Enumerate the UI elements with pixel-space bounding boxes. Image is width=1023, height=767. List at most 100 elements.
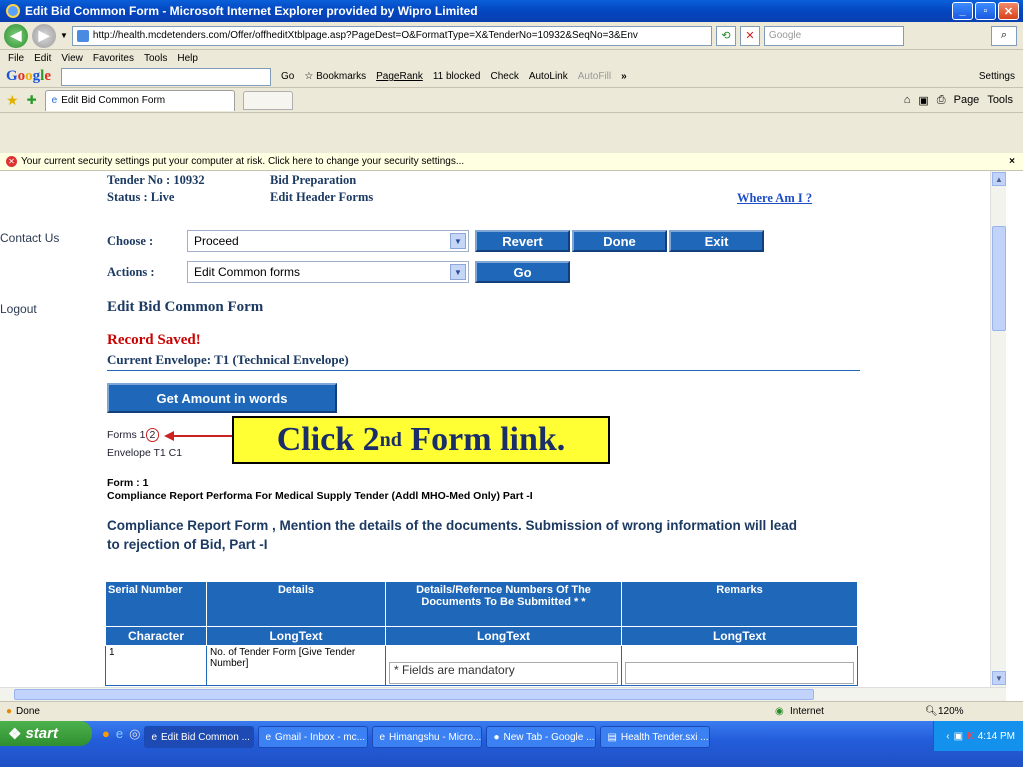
taskbar-item-himangshu[interactable]: e Himangshu - Micro... <box>372 726 483 748</box>
stop-icon[interactable]: ✕ <box>739 25 760 46</box>
tools-menu[interactable]: Tools <box>987 94 1013 106</box>
tab-edit-bid-common-form[interactable]: e Edit Bid Common Form <box>44 89 235 111</box>
remarks-textarea[interactable] <box>625 662 854 684</box>
more-button[interactable]: » <box>621 71 627 82</box>
quicklaunch-ie-icon[interactable]: e <box>116 726 123 741</box>
page-menu[interactable]: Page <box>954 94 980 106</box>
search-icon[interactable]: ⌕ <box>991 25 1017 46</box>
menu-view[interactable]: View <box>61 53 83 64</box>
reference-textarea[interactable]: * Fields are mandatory <box>389 662 618 684</box>
col-reference-numbers: Details/Refernce Numbers Of The Document… <box>385 581 622 627</box>
bookmarks-button[interactable]: ☆ Bookmarks <box>304 71 366 82</box>
status-text: Done <box>16 706 40 717</box>
left-nav: Contact Us Logout <box>0 171 92 687</box>
menu-edit[interactable]: Edit <box>34 53 51 64</box>
refresh-icon[interactable]: ⟲ <box>715 25 736 46</box>
minimize-button[interactable]: _ <box>952 2 973 20</box>
feeds-icon[interactable]: ▣ <box>918 94 928 107</box>
taskbar-item-health-tender[interactable]: ▤ Health Tender.sxi ... <box>600 726 711 748</box>
type-serial: Character <box>105 626 207 646</box>
actions-select[interactable]: Edit Common forms ▼ <box>187 261 469 283</box>
ie-logo-icon <box>6 4 20 18</box>
menu-favorites[interactable]: Favorites <box>93 53 134 64</box>
antivirus-icon[interactable]: K <box>967 731 974 742</box>
revert-button[interactable]: Revert <box>475 230 570 252</box>
logout-link[interactable]: Logout <box>0 302 37 316</box>
done-button[interactable]: Done <box>572 230 667 252</box>
page-content: Contact Us Logout Tender No : 10932 Stat… <box>0 171 1006 687</box>
system-tray: ‹ ▣ K 4:14 PM <box>933 721 1023 751</box>
go-button[interactable]: Go <box>475 261 570 283</box>
hscroll-thumb[interactable] <box>14 689 814 700</box>
print-icon[interactable]: ⎙ <box>937 94 946 107</box>
google-search-input[interactable] <box>61 67 272 86</box>
ie-icon: e <box>379 731 385 743</box>
start-button[interactable]: ❖ start <box>0 721 92 746</box>
page-icon <box>76 29 89 42</box>
network-icon[interactable]: ▣ <box>954 731 963 742</box>
compliance-heading: Compliance Report Form , Mention the det… <box>107 518 798 552</box>
where-am-i-link[interactable]: Where Am I ? <box>737 191 812 206</box>
close-button[interactable]: ✕ <box>998 2 1019 20</box>
spell-check-button[interactable]: Check <box>490 71 518 82</box>
popup-blocked-button[interactable]: 11 blocked <box>433 71 481 82</box>
google-toolbar: Google Go ☆ Bookmarks PageRank 11 blocke… <box>0 66 1023 88</box>
vertical-scrollbar[interactable]: ▲ ▼ <box>990 171 1006 687</box>
autolink-button[interactable]: AutoLink <box>529 71 568 82</box>
security-info-bar[interactable]: ✕ Your current security settings put you… <box>0 153 1023 171</box>
back-button[interactable]: ◀ <box>4 23 28 48</box>
form-2-link[interactable]: 2 <box>145 428 160 442</box>
cell-remarks-input[interactable] <box>621 645 858 686</box>
bid-preparation-label: Bid Preparation <box>270 173 357 187</box>
cell-reference-input[interactable]: * Fields are mandatory <box>385 645 622 686</box>
quicklaunch-firefox-icon[interactable]: ● <box>102 726 110 741</box>
taskbar-item-new-tab[interactable]: ● New Tab - Google ... <box>486 726 597 748</box>
search-input[interactable]: Google <box>763 25 904 46</box>
home-icon[interactable]: ⌂ <box>904 94 911 106</box>
exit-button[interactable]: Exit <box>669 230 764 252</box>
dropdown-arrow-icon[interactable]: ▼ <box>60 31 68 40</box>
window-controls: _ ▫ ✕ <box>952 2 1019 20</box>
page-title: Edit Bid Common Form <box>107 299 264 315</box>
forward-button[interactable]: ▶ <box>32 23 56 48</box>
maximize-button[interactable]: ▫ <box>975 2 996 20</box>
scroll-up-icon[interactable]: ▲ <box>992 172 1006 186</box>
col-remarks: Remarks <box>621 581 858 627</box>
taskbar-item-edit-bid[interactable]: e Edit Bid Common ... <box>144 726 255 748</box>
choose-select[interactable]: Proceed ▼ <box>187 230 469 252</box>
address-toolbar: ◀ ▶ ▼ http://health.mcdetenders.com/Offe… <box>0 22 1023 50</box>
tray-arrow-icon[interactable]: ‹ <box>946 731 949 742</box>
zoom-level[interactable]: 120% <box>938 706 964 717</box>
google-go-button[interactable]: Go <box>281 71 294 82</box>
url-text: http://health.mcdetenders.com/Offer/offh… <box>92 30 638 41</box>
address-input[interactable]: http://health.mcdetenders.com/Offer/offh… <box>71 25 712 46</box>
clock[interactable]: 4:14 PM <box>978 731 1015 742</box>
pagerank-button[interactable]: PageRank <box>376 71 423 82</box>
windows-logo-icon: ❖ <box>8 725 22 743</box>
add-favorite-icon[interactable]: ✚ <box>27 93 37 107</box>
quicklaunch-app-icon[interactable]: ◎ <box>129 726 140 742</box>
autofill-button[interactable]: AutoFill <box>578 71 611 82</box>
menu-help[interactable]: Help <box>177 53 198 64</box>
scroll-thumb[interactable] <box>992 226 1006 331</box>
scroll-down-icon[interactable]: ▼ <box>992 671 1006 685</box>
forms-nav: Forms 12 <box>107 428 160 442</box>
new-tab-button[interactable] <box>242 90 293 110</box>
security-bar-close[interactable]: × <box>1009 156 1015 167</box>
get-amount-in-words-button[interactable]: Get Amount in words <box>107 383 337 413</box>
settings-button[interactable]: Settings <box>979 71 1015 82</box>
window-title: Edit Bid Common Form - Microsoft Interne… <box>25 4 478 18</box>
taskbar: ❖ start ● e ◎ e Edit Bid Common ... e Gmai… <box>0 721 1023 767</box>
status-done-icon: ● <box>6 706 13 717</box>
security-warning-icon: ✕ <box>6 156 17 167</box>
favorites-star-icon[interactable]: ★ <box>6 92 19 109</box>
menu-tools[interactable]: Tools <box>144 53 167 64</box>
zoom-icon: 🔍︎ <box>925 706 938 717</box>
menu-file[interactable]: File <box>8 53 24 64</box>
menu-bar: File Edit View Favorites Tools Help <box>0 50 1023 66</box>
horizontal-scrollbar[interactable] <box>0 687 1006 701</box>
contact-us-link[interactable]: Contact Us <box>0 231 60 245</box>
taskbar-item-gmail[interactable]: e Gmail - Inbox - mc... <box>258 726 369 748</box>
divider <box>107 370 860 371</box>
chevron-down-icon: ▼ <box>450 233 466 249</box>
